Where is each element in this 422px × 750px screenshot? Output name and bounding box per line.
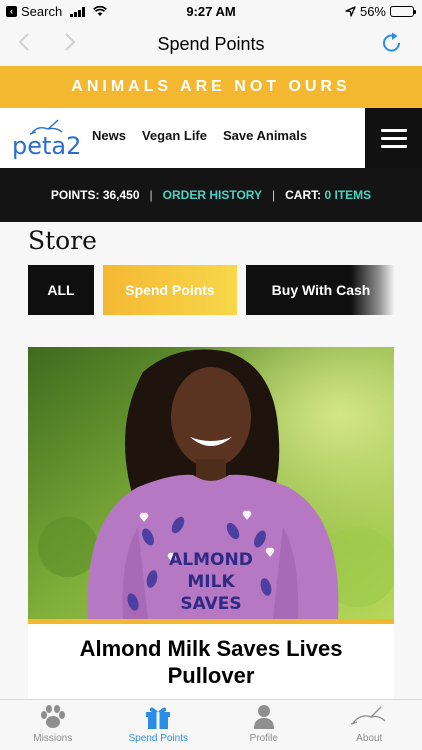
campaign-banner[interactable]: ANIMALS ARE NOT OURS	[0, 66, 422, 108]
tab-missions[interactable]: Missions	[0, 700, 106, 750]
shirt-text-line-3: SAVES	[180, 594, 241, 614]
separator: |	[149, 188, 153, 202]
status-bar: ‹ Search 9:27 AM 56%	[0, 0, 422, 22]
tab-label: Missions	[33, 733, 73, 744]
person-icon	[253, 705, 275, 734]
store-filters: ALL Spend Points Buy With Cash	[28, 265, 394, 315]
filter-spend-points-button[interactable]: Spend Points	[103, 265, 237, 315]
filter-all-button[interactable]: ALL	[28, 265, 94, 315]
store-heading: Store	[28, 226, 97, 255]
tab-about[interactable]: About	[317, 700, 422, 750]
paw-icon	[38, 705, 68, 734]
tab-label: About	[356, 733, 383, 744]
tab-label: Profile	[249, 733, 278, 744]
tab-bar: Missions Spend Points Profile About	[0, 699, 422, 750]
bunny-icon	[349, 705, 389, 734]
shirt-text-line-2: MILK	[187, 572, 235, 592]
site-nav: News Vegan Life Save Animals	[92, 128, 307, 143]
nav-news[interactable]: News	[92, 128, 126, 143]
filter-buy-with-cash-button[interactable]: Buy With Cash	[246, 265, 394, 315]
refresh-icon[interactable]	[382, 32, 404, 61]
tab-spend-points[interactable]: Spend Points	[106, 700, 212, 750]
cart-count: 0 ITEMS	[324, 188, 372, 202]
shirt-text-line-1: ALMOND	[169, 550, 253, 570]
nav-save-animals[interactable]: Save Animals	[223, 128, 307, 143]
battery-icon	[390, 6, 416, 17]
location-arrow-icon	[345, 6, 356, 17]
product-image[interactable]: ALMOND MILK SAVES	[28, 347, 394, 619]
product-title-line-2: Pullover	[167, 663, 255, 688]
page-title: Spend Points	[157, 34, 265, 54]
gift-icon	[145, 705, 171, 734]
cart-link[interactable]: CART: 0 ITEMS	[285, 188, 371, 202]
hamburger-menu-icon[interactable]	[365, 108, 422, 168]
tab-profile[interactable]: Profile	[211, 700, 317, 750]
order-history-link[interactable]: ORDER HISTORY	[163, 188, 262, 202]
site-header: peta2 News Vegan Life Save Animals	[0, 108, 422, 168]
product-title-line-1: Almond Milk Saves Lives	[79, 636, 343, 661]
peta2-logo[interactable]: peta2	[12, 118, 81, 162]
nav-bar: Spend Points	[0, 22, 422, 66]
cart-label: CART:	[285, 188, 322, 202]
points-balance: POINTS: 36,450	[50, 188, 140, 202]
product-title[interactable]: Almond Milk Saves Lives Pullover	[28, 635, 394, 689]
product-card[interactable]: ALMOND MILK SAVES Almond Milk Saves Live…	[28, 347, 394, 707]
logo-text: peta2	[12, 132, 82, 160]
battery-percent: 56%	[359, 4, 386, 19]
points-bar: POINTS: 36,450 | ORDER HISTORY | CART: 0…	[0, 168, 422, 222]
product-accent-line	[28, 619, 394, 624]
tab-label: Spend Points	[128, 733, 189, 744]
nav-vegan-life[interactable]: Vegan Life	[142, 128, 207, 143]
separator: |	[272, 188, 276, 202]
